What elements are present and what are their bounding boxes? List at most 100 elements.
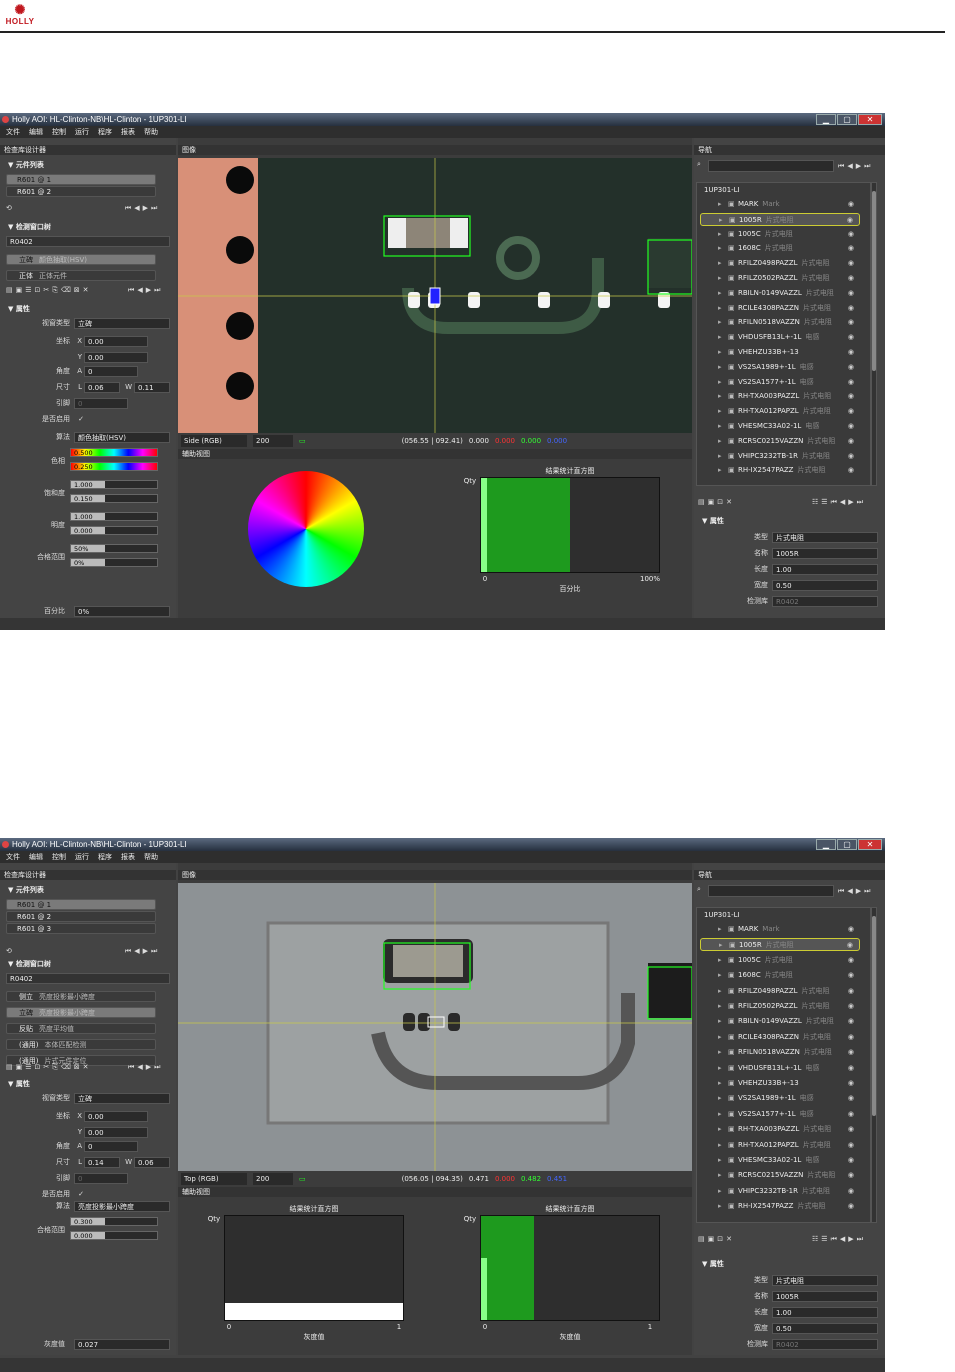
tree-item[interactable]: ▸ ▣ RCILE4308PAZZN 片式电阻 ◉ (700, 302, 860, 315)
tool-icon[interactable]: ⊠ (74, 286, 80, 295)
tool-icon[interactable]: ⌫ (61, 286, 71, 295)
menu-item[interactable]: 报表 (121, 851, 135, 863)
tool-icon[interactable]: ⏭ (857, 498, 863, 507)
range-slider[interactable]: 1.000 (70, 480, 158, 489)
prev-icon[interactable]: ◀ (134, 947, 139, 956)
menu-item[interactable]: 程序 (98, 126, 112, 138)
eye-icon[interactable]: ◉ (848, 1062, 854, 1075)
menu-item[interactable]: 报表 (121, 126, 135, 138)
refresh-icon[interactable]: ⟲ (6, 204, 12, 213)
menu-item[interactable]: 编辑 (29, 851, 43, 863)
eye-icon[interactable]: ◉ (848, 272, 854, 285)
tree-item[interactable]: ▸ ▣ MARK Mark ◉ (700, 923, 860, 936)
eye-icon[interactable]: ◉ (848, 1000, 854, 1013)
tree-item[interactable]: ▸ ▣ VHESMC33A02-1L 电感 ◉ (700, 1154, 860, 1167)
nav-arrow-icon[interactable]: ▶ (146, 1063, 151, 1072)
tree-item[interactable]: ▸ ▣ VHEHZU33B+-13 ◉ (700, 346, 860, 359)
tree-item[interactable]: ▸ ▣ RH-TXA012PAPZL 片式电阻 ◉ (700, 1139, 860, 1152)
window-name-field[interactable]: R0402 (6, 973, 170, 984)
view-mode-select[interactable]: Side (RGB) (181, 435, 247, 447)
range-slider[interactable]: 0.500 (70, 448, 158, 457)
tree-item[interactable]: ▸ ▣ VHDUSFB13L+-1L 电感 ◉ (700, 1062, 860, 1075)
nav-prop-field[interactable]: 1005R (772, 548, 878, 559)
eye-icon[interactable]: ◉ (848, 969, 854, 982)
nav-prop-field[interactable]: 片式电阻 (772, 1275, 878, 1286)
nav-arrow-icon[interactable]: ⏭ (864, 887, 870, 896)
menu-item[interactable]: 运行 (75, 851, 89, 863)
tree-root[interactable]: 1UP301-LI (704, 184, 740, 196)
tree-item[interactable]: ▸ ▣ 1608C 片式电阻 ◉ (700, 969, 860, 982)
eye-icon[interactable]: ◉ (848, 1123, 854, 1136)
nav-arrow-icon[interactable]: ⏭ (864, 162, 870, 171)
eye-icon[interactable]: ◉ (848, 1108, 854, 1121)
eye-icon[interactable]: ◉ (848, 376, 854, 389)
part-list-item[interactable]: R601 @ 2 (6, 911, 156, 922)
nav-arrow-icon[interactable]: ◀ (847, 162, 852, 171)
enabled-check[interactable]: ✓ (74, 414, 84, 425)
first-icon[interactable]: ⏮ (125, 204, 131, 213)
tree-item[interactable]: ▸ ▣ RH-IX2547PAZZ 片式电阻 ◉ (700, 1200, 860, 1213)
eye-icon[interactable]: ◉ (848, 1169, 854, 1182)
tree-item[interactable]: ▸ ▣ VS2SA1577+-1L 电感 ◉ (700, 1108, 860, 1121)
menu-item[interactable]: 文件 (6, 126, 20, 138)
minimize-button[interactable]: ▁ (816, 114, 836, 125)
eye-icon[interactable]: ◉ (848, 1200, 854, 1213)
nav-arrow-icon[interactable]: ⏮ (838, 887, 844, 896)
eye-icon[interactable]: ◉ (848, 228, 854, 241)
eye-icon[interactable]: ◉ (848, 1092, 854, 1105)
eye-icon[interactable]: ◉ (848, 985, 854, 998)
menu-item[interactable]: 运行 (75, 126, 89, 138)
eye-icon[interactable]: ◉ (847, 214, 853, 225)
tree-item[interactable]: ▸ ▣ VHIPC3232TB-1R 片式电阻 ◉ (700, 1185, 860, 1198)
eye-icon[interactable]: ◉ (848, 1139, 854, 1152)
range-slider[interactable]: 50% (70, 544, 158, 553)
eye-icon[interactable]: ◉ (848, 242, 854, 255)
tool-icon[interactable]: ✕ (83, 1063, 89, 1072)
close-button[interactable]: ✕ (858, 114, 882, 125)
nav-prop-field[interactable]: R0402 (772, 1339, 878, 1350)
tree-item[interactable]: ▸ ▣ RCRSC0215VAZZN 片式电阻 ◉ (700, 435, 860, 448)
eye-icon[interactable]: ◉ (848, 198, 854, 211)
color-swatch-icon[interactable]: ▭ (299, 1173, 306, 1185)
tool-icon[interactable]: ☰ (821, 1235, 827, 1244)
eye-icon[interactable]: ◉ (847, 939, 853, 950)
menu-item[interactable]: 程序 (98, 851, 112, 863)
nav-arrow-icon[interactable]: ⏮ (128, 286, 134, 295)
angle-field[interactable]: 0 (84, 366, 138, 377)
nav-search-input[interactable] (708, 160, 834, 172)
y-field[interactable]: 0.00 (84, 1127, 148, 1138)
tool-icon[interactable]: ✕ (726, 1235, 732, 1244)
maximize-button[interactable]: ▢ (837, 114, 857, 125)
tree-item[interactable]: ▸ ▣ RFILZ0502PAZZL 片式电阻 ◉ (700, 1000, 860, 1013)
tool-icon[interactable]: ⏭ (857, 1235, 863, 1244)
tool-icon[interactable]: ▤ (6, 1063, 13, 1072)
menu-item[interactable]: 帮助 (144, 126, 158, 138)
scroll-thumb[interactable] (872, 191, 876, 371)
eye-icon[interactable]: ◉ (848, 331, 854, 344)
part-list-item[interactable]: R601 @ 2 (6, 186, 156, 197)
nav-arrow-icon[interactable]: ⏭ (154, 286, 160, 295)
eye-icon[interactable]: ◉ (848, 302, 854, 315)
zoom-select[interactable]: 200 (253, 1173, 293, 1185)
tool-icon[interactable]: ⊡ (717, 498, 723, 507)
eye-icon[interactable]: ◉ (848, 257, 854, 270)
tree-scrollbar[interactable] (871, 907, 877, 1223)
nav-arrow-icon[interactable]: ◀ (847, 887, 852, 896)
result-field[interactable]: 0.027 (74, 1339, 170, 1350)
tool-icon[interactable]: ✂ (43, 286, 49, 295)
maximize-button[interactable]: ▢ (837, 839, 857, 850)
eye-icon[interactable]: ◉ (848, 1154, 854, 1167)
tool-icon[interactable]: ✂ (43, 1063, 49, 1072)
eye-icon[interactable]: ◉ (848, 1046, 854, 1059)
y-field[interactable]: 0.00 (84, 352, 148, 363)
tool-icon[interactable]: ☷ (812, 498, 818, 507)
tree-item[interactable]: ▸ ▣ RCILE4308PAZZN 片式电阻 ◉ (700, 1031, 860, 1044)
tree-item[interactable]: ▸ ▣ VS2SA1989+-1L 电感 ◉ (700, 361, 860, 374)
eye-icon[interactable]: ◉ (848, 464, 854, 477)
nav-arrow-icon[interactable]: ▶ (856, 162, 861, 171)
window-type-select[interactable]: 立碑 (74, 1093, 170, 1104)
nav-arrow-icon[interactable]: ◀ (137, 286, 142, 295)
tree-item[interactable]: ▸ ▣ 1005R 片式电阻 ◉ (700, 938, 860, 952)
tree-item[interactable]: ▸ ▣ RCRSC0215VAZZN 片式电阻 ◉ (700, 1169, 860, 1182)
tool-icon[interactable]: ⏮ (831, 498, 837, 507)
